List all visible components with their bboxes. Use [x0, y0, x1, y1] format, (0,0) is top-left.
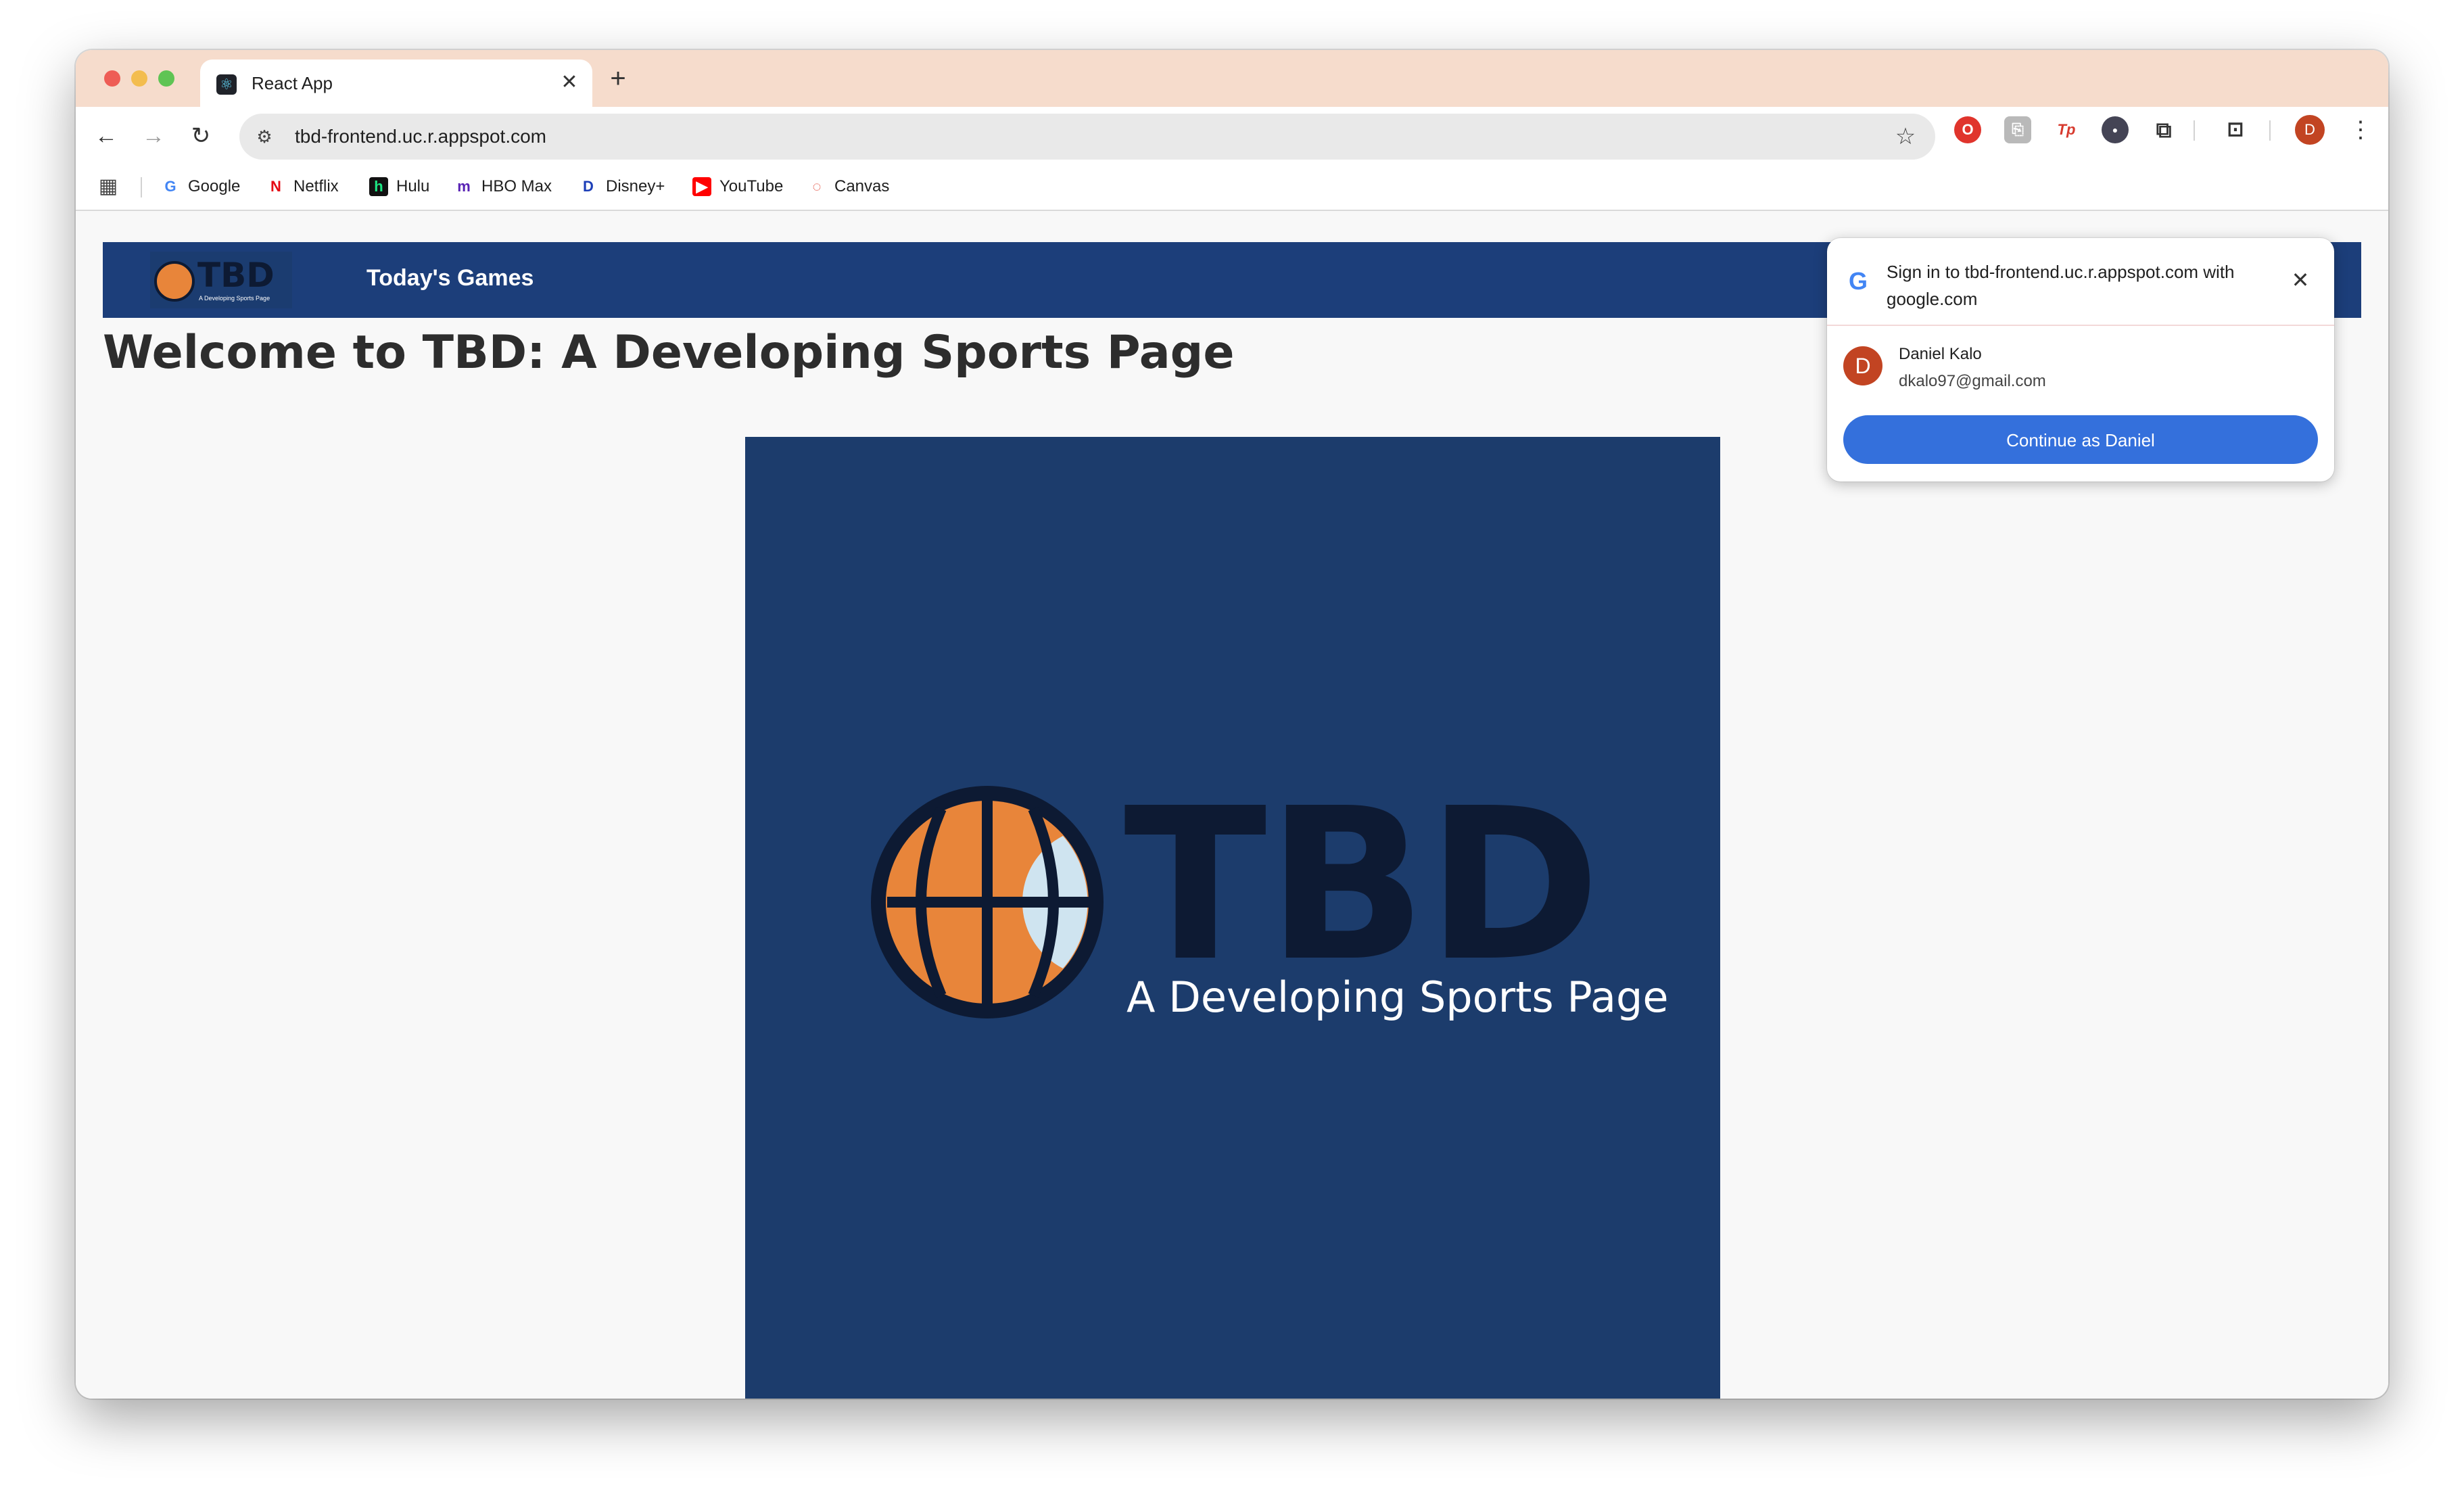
back-button[interactable]: ←: [91, 120, 122, 151]
profile-avatar[interactable]: D: [2295, 115, 2325, 145]
google-signin-popup: G Sign in to tbd-frontend.uc.r.appspot.c…: [1827, 238, 2334, 482]
forward-button[interactable]: →: [138, 120, 169, 151]
puzzle-extension-icon[interactable]: ⧉: [2150, 116, 2177, 143]
toolbar-divider: [2194, 120, 2195, 141]
logo-subtitle: A Developing Sports Page: [199, 295, 270, 302]
opera-extension-icon[interactable]: O: [1954, 116, 1981, 143]
bookmark-label: Hulu: [396, 177, 430, 195]
reload-button[interactable]: ↻: [185, 120, 216, 151]
basketball-logo-icon: [871, 786, 1104, 1018]
tab-search-icon[interactable]: ⊡: [2222, 116, 2249, 143]
hero-subtitle: A Developing Sports Page: [1127, 972, 1669, 1022]
bookmark-label: Netflix: [293, 177, 339, 195]
bookmark-label: Disney+: [606, 177, 665, 195]
bookmark-youtube[interactable]: ▶ YouTube: [692, 174, 783, 199]
circle-extension-icon[interactable]: ●: [2102, 116, 2129, 143]
bookmark-star-icon[interactable]: ☆: [1892, 123, 1919, 150]
bookmark-google[interactable]: G Google: [161, 174, 240, 199]
netflix-icon: N: [270, 178, 281, 195]
account-avatar: D: [1843, 346, 1882, 385]
new-tab-button[interactable]: +: [603, 64, 633, 93]
logo-title: TBD: [197, 256, 275, 295]
bookmarks-bar: ▦ G Google N Netflix h Hulu m HBO Max D …: [76, 165, 2388, 211]
site-logo[interactable]: TBD A Developing Sports Page: [150, 252, 292, 308]
close-icon[interactable]: ✕: [2287, 266, 2314, 294]
bookmarks-divider: [141, 177, 142, 197]
apps-grid-icon[interactable]: ▦: [96, 174, 120, 199]
account-email: dkalo97@gmail.com: [1899, 372, 2046, 390]
menu-icon[interactable]: ⋮: [2349, 115, 2372, 145]
google-icon: G: [164, 178, 176, 195]
google-g-icon: G: [1848, 267, 1868, 295]
bookmark-hulu[interactable]: h Hulu: [369, 174, 429, 199]
site-info-icon[interactable]: ⚙: [253, 125, 276, 148]
bookmark-label: YouTube: [719, 177, 784, 195]
zoom-window-button[interactable]: [158, 70, 174, 87]
tab-react-app[interactable]: ⚛ React App ✕: [200, 60, 592, 107]
basketball-icon: [154, 261, 195, 302]
hero-title: TBD: [1124, 764, 1601, 1008]
bookmark-label: Google: [188, 177, 241, 195]
bookmark-label: HBO Max: [481, 177, 552, 195]
title-bar: ⚛ React App ✕ +: [76, 50, 2388, 107]
react-favicon-icon: ⚛: [216, 74, 237, 95]
continue-as-button[interactable]: Continue as Daniel: [1843, 415, 2318, 464]
canvas-icon: ◌: [812, 178, 822, 195]
hbo-max-icon: m: [457, 178, 471, 195]
close-window-button[interactable]: [104, 70, 120, 87]
address-url[interactable]: tbd-frontend.uc.r.appspot.com: [295, 126, 546, 147]
bookmark-hbo-max[interactable]: m HBO Max: [454, 174, 552, 199]
popup-divider: [1827, 325, 2334, 326]
account-name: Daniel Kalo: [1899, 345, 1982, 363]
gray-extension-icon[interactable]: ⎘: [2004, 116, 2031, 143]
disney-plus-icon: D: [583, 178, 594, 195]
bookmark-netflix[interactable]: N Netflix: [266, 174, 339, 199]
tp-extension-icon[interactable]: Tp: [2053, 116, 2080, 143]
nav-link-todays-games[interactable]: Today's Games: [366, 265, 534, 291]
page-title: Welcome to TBD: A Developing Sports Page: [103, 326, 1235, 379]
signin-title: Sign in to tbd-frontend.uc.r.appspot.com…: [1887, 262, 2235, 309]
toolbar-divider: [2269, 120, 2271, 141]
hulu-icon: h: [369, 177, 388, 196]
browser-window: ⚛ React App ✕ + ← → ↻ ⚙ tbd-frontend.uc.…: [76, 50, 2388, 1399]
tab-title: React App: [252, 73, 333, 93]
youtube-icon: ▶: [692, 177, 711, 196]
minimize-window-button[interactable]: [131, 70, 147, 87]
bookmark-label: Canvas: [834, 177, 890, 195]
hero-logo-image: TBD A Developing Sports Page: [745, 437, 1720, 1399]
tab-close-icon[interactable]: ✕: [556, 69, 583, 96]
tbd-logo-graphic: TBD: [871, 764, 1601, 1018]
bookmark-disney-plus[interactable]: D Disney+: [579, 174, 665, 199]
browser-toolbar: ← → ↻ ⚙ tbd-frontend.uc.r.appspot.com ☆: [76, 107, 2388, 165]
address-bar[interactable]: ⚙ tbd-frontend.uc.r.appspot.com ☆: [239, 114, 1935, 160]
bookmark-canvas[interactable]: ◌ Canvas: [807, 174, 889, 199]
